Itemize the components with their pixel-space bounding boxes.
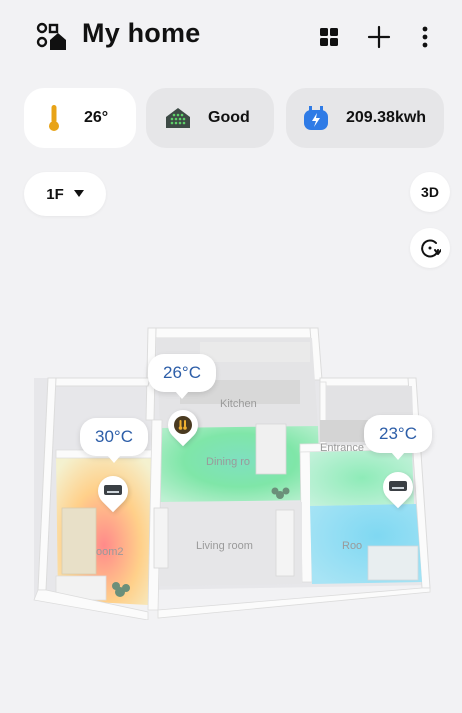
temperature-chip[interactable]: 26° [24, 88, 136, 148]
status-chips: 26° Good 209.38kwh [0, 88, 462, 150]
sensor-room3-temp[interactable]: 23°C [364, 415, 432, 460]
room-label-living: Living room [196, 540, 253, 552]
temp-bubble: 23°C [364, 415, 432, 460]
air-quality-icon [166, 108, 190, 128]
sensor-room3-pin[interactable] [376, 465, 420, 516]
sensor-room2-temp[interactable]: 30°C [80, 418, 148, 463]
more-options-button[interactable] [410, 22, 440, 52]
floor-plan-3d[interactable]: Kitchen Dining ro Entrance Living room o… [20, 320, 450, 621]
view-3d-button[interactable]: 3D [410, 172, 450, 212]
floor-plan-drawing [33, 327, 431, 621]
thermo-sensor-icon [174, 416, 192, 434]
view-3d-label: 3D [421, 184, 439, 200]
rotate-icon [421, 239, 441, 258]
room-label-kitchen: Kitchen [220, 398, 257, 410]
energy-icon [304, 106, 328, 130]
grid-view-button[interactable] [314, 22, 344, 52]
energy-value: 209.38kwh [346, 109, 427, 126]
air-quality-value: Good [208, 109, 250, 126]
energy-chip[interactable]: 209.38kwh [286, 88, 444, 148]
page-title: My home [82, 18, 201, 48]
grid-icon [320, 28, 338, 46]
sensor-room2-pin[interactable] [91, 469, 135, 520]
air-quality-chip[interactable]: Good [146, 88, 274, 148]
caret-down-icon [73, 190, 84, 197]
sensor-dining-pin[interactable] [161, 403, 205, 454]
floor-value: 1F [46, 185, 64, 203]
plus-icon [367, 25, 391, 49]
thermometer-icon [49, 105, 59, 131]
more-vertical-icon [422, 26, 428, 48]
app-header: My home [0, 0, 462, 76]
rotate-view-button[interactable] [410, 228, 450, 268]
floor-selector[interactable]: 1F [24, 172, 106, 216]
add-button[interactable] [364, 22, 394, 52]
air-conditioner-icon [389, 481, 407, 491]
room-label-room3: Roo [342, 540, 363, 552]
air-conditioner-icon [104, 485, 122, 495]
temp-bubble: 26°C [148, 354, 216, 399]
room-label-entrance: Entrance [320, 442, 365, 454]
room-label-dining: Dining ro [206, 456, 251, 468]
temperature-value: 26° [84, 109, 109, 126]
home-devices-icon[interactable] [36, 22, 70, 52]
temp-bubble: 30°C [80, 418, 148, 463]
room-label-room2: oom2 [96, 546, 124, 558]
sensor-dining-temp[interactable]: 26°C [148, 354, 216, 399]
